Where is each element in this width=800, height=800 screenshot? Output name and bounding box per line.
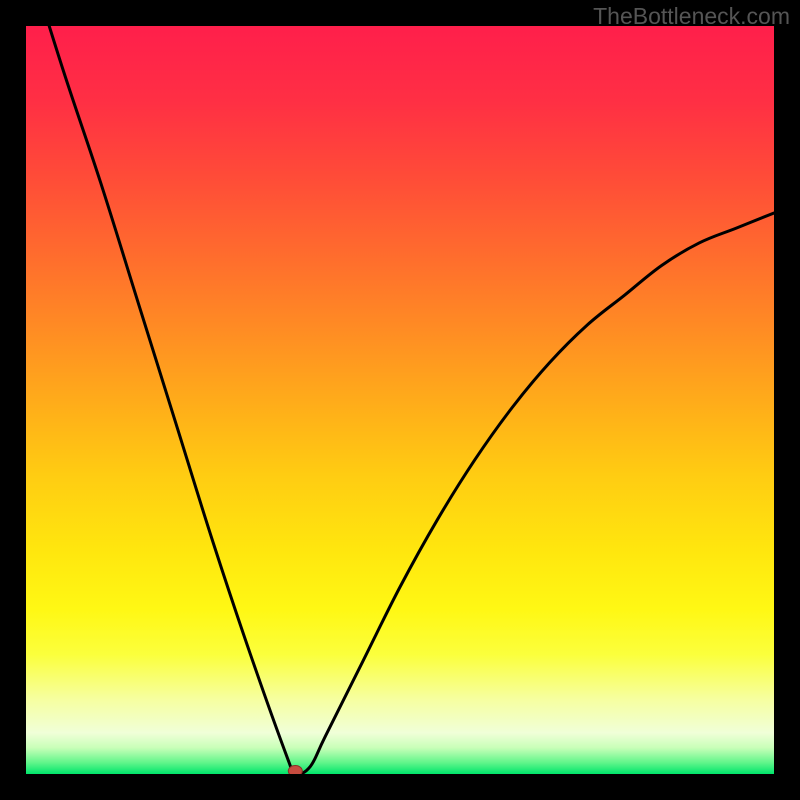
chart-svg <box>26 26 774 774</box>
watermark-label: TheBottleneck.com <box>593 3 790 30</box>
chart-background <box>26 26 774 774</box>
chart-plot-area <box>26 26 774 774</box>
optimal-point-marker <box>288 766 302 775</box>
